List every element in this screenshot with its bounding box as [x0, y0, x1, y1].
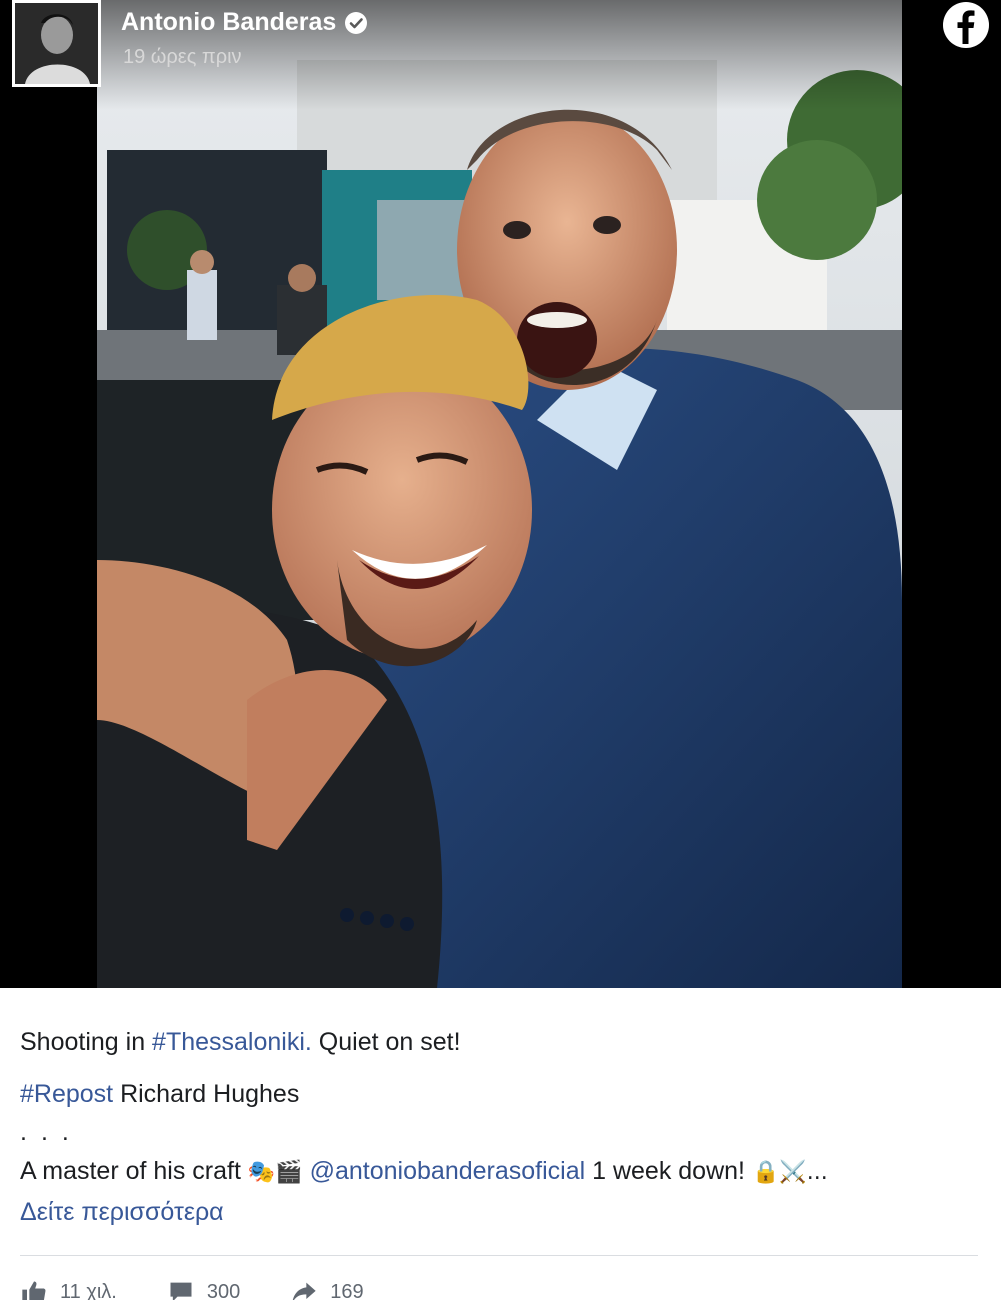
post-actions: 11 χιλ. 300 169	[20, 1278, 364, 1300]
like-count: 11 χιλ.	[60, 1280, 117, 1300]
comment-icon	[170, 1282, 192, 1300]
text-master-of-craft: A master of his craft	[20, 1157, 248, 1185]
text-week-down: 1 week down!	[585, 1157, 752, 1185]
share-button[interactable]: 169	[290, 1278, 364, 1300]
post-text-line-2: #Repost Richard Hughes	[20, 1080, 299, 1109]
post-text-dots: ...	[20, 1118, 83, 1146]
post-text-line-1: Shooting in #Thessaloniki. Quiet on set!	[20, 1028, 461, 1057]
like-button[interactable]: 11 χιλ.	[20, 1278, 117, 1300]
emoji-lock-swords: 🔒⚔️...	[751, 1160, 828, 1185]
hashtag-repost[interactable]: #Repost	[20, 1080, 113, 1108]
comment-button[interactable]: 300	[167, 1278, 240, 1300]
author-avatar[interactable]	[12, 0, 101, 87]
photo-illustration	[97, 0, 902, 988]
comment-count: 300	[206, 1280, 241, 1300]
emoji-theater-clapper: 🎭🎬	[247, 1160, 303, 1185]
author-name-text[interactable]: Antonio Banderas	[121, 8, 336, 37]
author-name[interactable]: Antonio Banderas	[121, 8, 368, 37]
actions-divider	[20, 1255, 978, 1256]
text-shooting: Shooting in	[20, 1028, 153, 1056]
text-richard-hughes: Richard Hughes	[113, 1080, 300, 1108]
text-quiet-on-set: Quiet on set!	[311, 1028, 461, 1056]
verified-badge-icon	[345, 11, 368, 34]
share-icon	[293, 1282, 316, 1300]
share-count: 169	[330, 1280, 364, 1300]
avatar-image	[15, 3, 98, 84]
post-text-line-4: A master of his craft 🎭🎬 @antoniobandera…	[20, 1157, 828, 1186]
mention-antoniobanderasoficial[interactable]: @antoniobanderasoficial	[310, 1157, 586, 1185]
facebook-logo-icon[interactable]	[941, 0, 991, 50]
like-icon	[22, 1281, 46, 1300]
post-media[interactable]: Antonio Banderas 19 ώρες πριν	[0, 0, 1001, 988]
post-timestamp[interactable]: 19 ώρες πριν	[123, 46, 242, 69]
post-photo[interactable]	[97, 0, 902, 988]
see-more-link[interactable]: Δείτε περισσότερα	[20, 1198, 224, 1227]
hashtag-thessaloniki[interactable]: #Thessaloniki.	[152, 1028, 312, 1056]
